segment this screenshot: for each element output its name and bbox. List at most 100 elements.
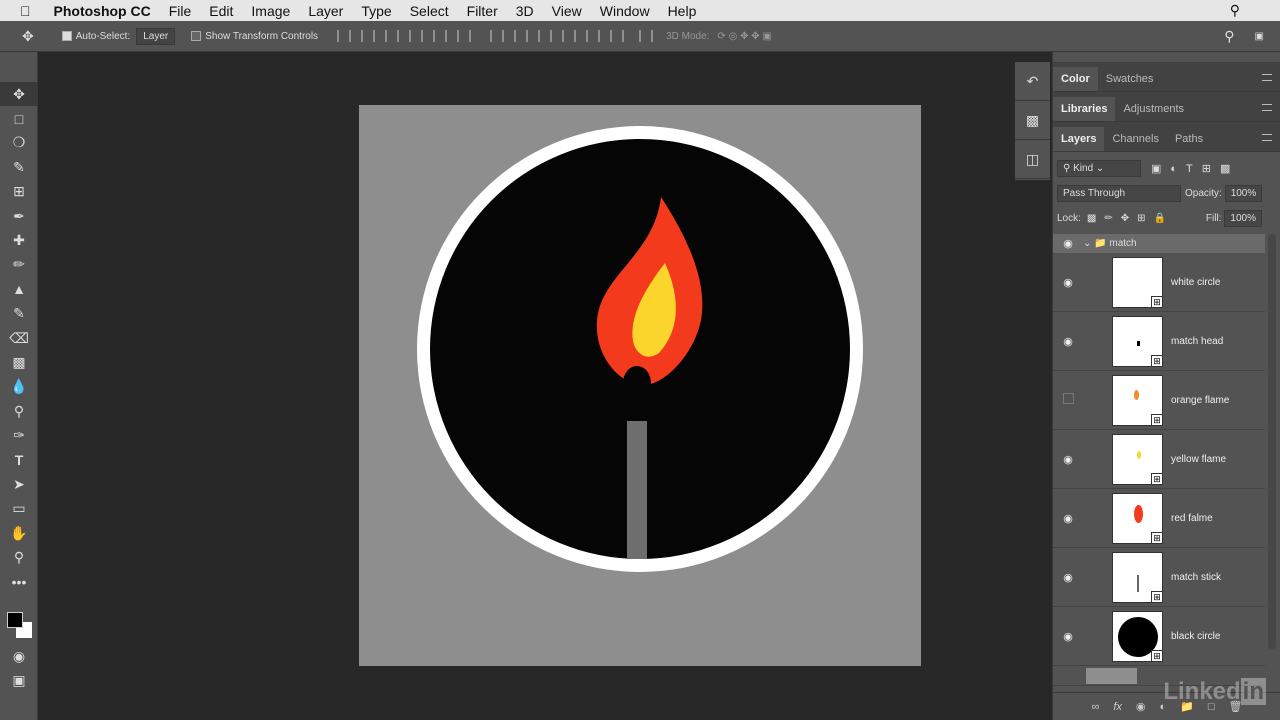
gradient-tool-icon[interactable]: ▩ [0, 350, 38, 374]
hand-tool-icon[interactable]: ✋ [0, 521, 38, 545]
brush-tool-icon[interactable]: ✏ [0, 253, 38, 277]
layer-row[interactable]: ⊞ orange flame [1053, 371, 1265, 430]
blur-tool-icon[interactable]: 💧 [0, 375, 38, 399]
tab-paths[interactable]: Paths [1167, 127, 1211, 151]
align-vcenter-icon[interactable] [361, 30, 376, 42]
dodge-tool-icon[interactable]: ⚲ [0, 399, 38, 423]
menu-file[interactable]: File [160, 3, 201, 19]
menu-layer[interactable]: Layer [299, 3, 352, 19]
history-panel-icon[interactable]: ↶ [1015, 62, 1050, 101]
auto-select-checkbox[interactable] [61, 31, 72, 41]
tab-libraries[interactable]: Libraries [1053, 97, 1116, 121]
marquee-tool-icon[interactable]: □ [0, 106, 38, 130]
menu-window[interactable]: Window [591, 3, 659, 19]
tab-adjustments[interactable]: Adjustments [1115, 97, 1192, 121]
menu-view[interactable]: View [543, 3, 591, 19]
tab-channels[interactable]: Channels [1104, 127, 1166, 151]
layer-group-match[interactable]: ◉ ⌄ 📁 match [1053, 234, 1265, 253]
foreground-color-swatch[interactable] [7, 612, 23, 628]
panel-menu-icon[interactable] [1262, 74, 1272, 81]
align-left-icon[interactable] [409, 30, 424, 42]
eye-icon[interactable]: ◉ [1053, 276, 1083, 289]
distribute-vcenter-icon[interactable] [514, 30, 529, 42]
3d-rotate-icon[interactable]: ⟳ ◎ ✥ ✥ ▣ [717, 31, 771, 42]
lasso-tool-icon[interactable]: ❍ [0, 131, 38, 155]
layer-row[interactable]: ◉ ⊞ red falme [1053, 489, 1265, 548]
eye-icon[interactable]: ◉ [1053, 630, 1083, 643]
filter-icons[interactable]: ▣◐T⊞▩ [1151, 162, 1239, 175]
menu-type[interactable]: Type [352, 3, 400, 19]
menu-edit[interactable]: Edit [200, 3, 242, 19]
panel-menu-icon[interactable] [1262, 134, 1272, 141]
document-canvas[interactable] [359, 105, 921, 666]
panel-menu-icon[interactable] [1262, 104, 1272, 111]
distribute-top-icon[interactable] [490, 30, 505, 42]
transform-panel-icon[interactable]: ◫ [1015, 140, 1050, 179]
blend-mode-dropdown[interactable]: Pass Through [1057, 185, 1181, 202]
healing-tool-icon[interactable]: ✚ [0, 228, 38, 252]
crop-tool-icon[interactable]: ⊞ [0, 180, 38, 204]
path-select-tool-icon[interactable]: ➤ [0, 472, 38, 496]
align-right-icon[interactable] [457, 30, 472, 42]
menu-image[interactable]: Image [242, 3, 299, 19]
tab-swatches[interactable]: Swatches [1098, 67, 1162, 91]
distribute-left-icon[interactable] [562, 30, 577, 42]
type-tool-icon[interactable]: T [0, 448, 38, 472]
distribute-hcenter-icon[interactable] [586, 30, 601, 42]
layer-row[interactable]: ◉ ⊞ match head [1053, 312, 1265, 371]
3d-panel-icon[interactable]: ▩ [1015, 101, 1050, 140]
hidden-eye-box[interactable] [1053, 393, 1083, 407]
search-icon[interactable]: ⚲ [1221, 2, 1280, 19]
rectangle-tool-icon[interactable]: ▭ [0, 497, 38, 521]
auto-select-dropdown[interactable]: Layer [136, 27, 176, 45]
eyedropper-tool-icon[interactable]: ✒ [0, 204, 38, 228]
link-icon[interactable]: ∞ [1092, 701, 1100, 713]
layer-row[interactable]: ◉ ⊞ yellow flame [1053, 430, 1265, 489]
opacity-label: Opacity: [1185, 188, 1222, 199]
app-name[interactable]: Photoshop CC [40, 3, 160, 19]
show-transform-checkbox[interactable] [191, 31, 202, 41]
eraser-tool-icon[interactable]: ⌫ [0, 326, 38, 350]
auto-align-icon[interactable] [639, 30, 654, 42]
move-tool-icon[interactable]: ✥ [22, 28, 34, 45]
eye-icon[interactable]: ◉ [1053, 237, 1083, 250]
screen-mode-icon[interactable]: ▣ [0, 668, 38, 692]
pen-tool-icon[interactable]: ✑ [0, 423, 38, 447]
eye-icon[interactable]: ◉ [1053, 453, 1083, 466]
lock-icons[interactable]: ▩✏✥⊞🔒 [1087, 213, 1174, 224]
align-bottom-icon[interactable] [385, 30, 400, 42]
distribute-right-icon[interactable] [610, 30, 625, 42]
align-hcenter-icon[interactable] [433, 30, 448, 42]
layer-row[interactable]: ◉ ⊞ match stick [1053, 548, 1265, 607]
eye-icon[interactable]: ◉ [1053, 512, 1083, 525]
stamp-tool-icon[interactable]: ▲ [0, 277, 38, 301]
eye-icon[interactable]: ◉ [1053, 335, 1083, 348]
apple-icon[interactable]:  [0, 3, 40, 19]
quick-mask-icon[interactable]: ◉ [0, 644, 38, 668]
fill-input[interactable]: 100% [1224, 210, 1262, 227]
layer-row[interactable]: ◉ ⊞ white circle [1053, 253, 1265, 312]
history-brush-tool-icon[interactable]: ✎ [0, 302, 38, 326]
menu-select[interactable]: Select [401, 3, 458, 19]
tab-layers[interactable]: Layers [1053, 127, 1105, 151]
menu-help[interactable]: Help [659, 3, 706, 19]
eye-icon[interactable]: ◉ [1053, 571, 1083, 584]
distribute-bottom-icon[interactable] [538, 30, 553, 42]
quick-select-tool-icon[interactable]: ✎ [0, 155, 38, 179]
tab-color[interactable]: Color [1053, 67, 1098, 91]
search-icon[interactable]: ⚲ [1224, 28, 1234, 45]
align-top-icon[interactable] [337, 30, 352, 42]
move-tool-icon[interactable]: ✥ [0, 82, 38, 107]
menu-filter[interactable]: Filter [458, 3, 507, 19]
workspace-icon[interactable]: ▣ [1255, 31, 1264, 42]
opacity-input[interactable]: 100% [1224, 185, 1263, 202]
zoom-tool-icon[interactable]: ⚲ [0, 545, 38, 569]
layers-scrollbar[interactable] [1268, 234, 1276, 649]
fx-icon[interactable]: fx [1113, 701, 1122, 713]
more-tools-icon[interactable]: ••• [0, 570, 38, 594]
layer-row[interactable]: ◉ ⊞ black circle [1053, 607, 1265, 666]
filter-kind-dropdown[interactable]: ⚲ Kind ⌄ [1057, 160, 1141, 177]
layer-name: match stick [1171, 571, 1222, 583]
menu-3d[interactable]: 3D [507, 3, 543, 19]
mask-icon[interactable]: ◉ [1136, 700, 1146, 713]
